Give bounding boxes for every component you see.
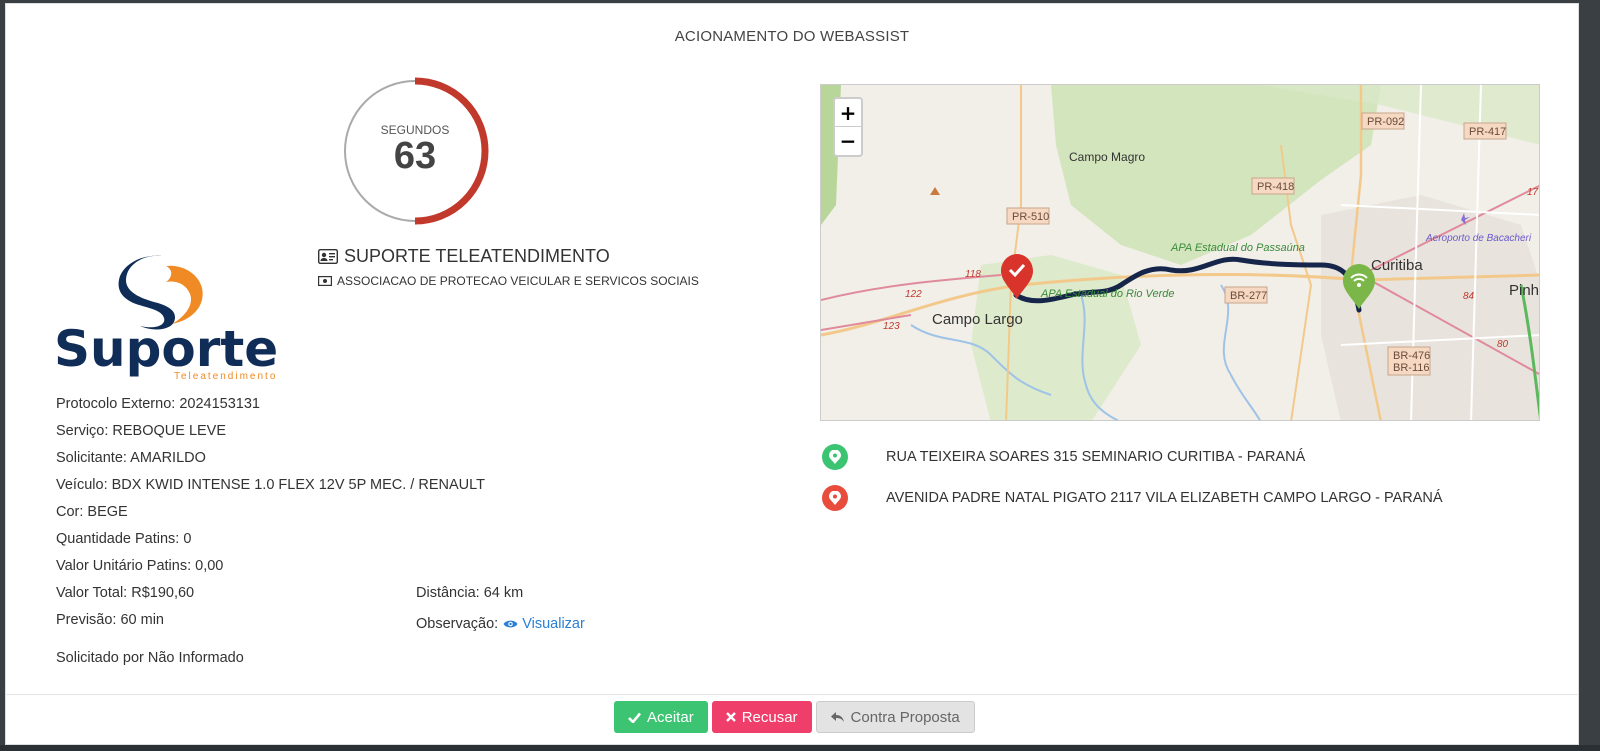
map-label-pr418: PR-418	[1257, 181, 1294, 193]
close-icon	[725, 712, 736, 722]
map-label-84: 84	[1463, 291, 1475, 302]
counter-proposal-button-label: Contra Proposta	[850, 708, 960, 726]
money-icon	[318, 276, 332, 286]
previsao: Previsão: 60 min	[56, 612, 164, 628]
refuse-button-label: Recusar	[741, 708, 798, 726]
solicitado-por: Solicitado por Não Informado	[56, 650, 244, 666]
origin-pin-icon	[822, 444, 848, 470]
map-label-br116: BR-116	[1393, 362, 1429, 374]
observacao-label: Observação:	[416, 616, 499, 632]
company-logo: Suporte Teleatendimento	[54, 248, 279, 383]
zoom-in-button[interactable]: +	[835, 99, 861, 127]
map-label-campo-largo: Campo Largo	[932, 311, 1023, 328]
destination-address-row: AVENIDA PADRE NATAL PIGATO 2117 VILA ELI…	[822, 485, 1443, 511]
map-label-aeroporto: Aeroporto de Bacacheri	[1425, 233, 1532, 244]
check-icon	[628, 712, 641, 723]
cor: Cor: BEGE	[56, 504, 128, 520]
countdown-timer: SEGUNDOS 63	[340, 76, 490, 226]
destination-address: AVENIDA PADRE NATAL PIGATO 2117 VILA ELI…	[886, 490, 1443, 506]
distancia: Distância: 64 km	[416, 585, 524, 601]
webassist-modal: ACIONAMENTO DO WEBASSIST SEGUNDOS 63 SUP…	[5, 3, 1579, 745]
zoom-out-button[interactable]: −	[835, 127, 861, 155]
visualizar-link-label: Visualizar	[522, 616, 585, 632]
quantidade-patins: Quantidade Patins: 0	[56, 531, 192, 547]
protocolo-externo: Protocolo Externo: 2024153131	[56, 396, 260, 412]
modal-footer: Aceitar Recusar Contra Proposta	[6, 694, 1578, 746]
eye-icon	[503, 619, 518, 629]
logo-tagline: Teleatendimento	[174, 371, 277, 382]
company-block: SUPORTE TELEATENDIMENTO ASSOCIACAO DE PR…	[318, 246, 699, 288]
map-label-pinh: Pinh	[1509, 282, 1539, 299]
accept-button-label: Aceitar	[647, 708, 694, 726]
visualizar-link[interactable]: Visualizar	[503, 616, 585, 632]
company-subtitle-row: ASSOCIACAO DE PROTECAO VEICULAR E SERVIC…	[318, 274, 699, 288]
id-card-icon	[318, 249, 338, 264]
valor-total: Valor Total: R$190,60	[56, 585, 195, 601]
timer-value: 63	[393, 135, 437, 177]
map-label-campo-magro: Campo Magro	[1069, 150, 1145, 164]
map-label-br476: BR-476	[1393, 350, 1430, 362]
refuse-button[interactable]: Recusar	[711, 701, 812, 733]
map-label-123: 123	[883, 321, 900, 332]
destination-pin-icon	[822, 485, 848, 511]
action-buttons: Aceitar Recusar Contra Proposta	[614, 701, 975, 733]
map-label-122: 122	[905, 289, 922, 300]
map-label-curitiba: Curitiba	[1371, 257, 1423, 274]
accept-button[interactable]: Aceitar	[614, 701, 708, 733]
origin-address-row: RUA TEIXEIRA SOARES 315 SEMINARIO CURITI…	[822, 444, 1305, 470]
map-label-pr092: PR-092	[1367, 116, 1404, 128]
company-subtitle: ASSOCIACAO DE PROTECAO VEICULAR E SERVIC…	[337, 274, 699, 288]
valor-unitario-patins: Valor Unitário Patins: 0,00	[56, 558, 224, 574]
map-label-pr510: PR-510	[1012, 211, 1049, 223]
map-label-apa-passauna: APA Estadual do Passaúna	[1170, 242, 1305, 254]
origin-address: RUA TEIXEIRA SOARES 315 SEMINARIO CURITI…	[886, 449, 1306, 465]
map-zoom-control: + −	[833, 97, 863, 157]
map-label-pr417: PR-417	[1469, 126, 1506, 138]
taskbar	[0, 745, 1600, 751]
map-label-br277: BR-277	[1230, 290, 1267, 302]
company-name: SUPORTE TELEATENDIMENTO	[344, 246, 610, 266]
solicitante: Solicitante: AMARILDO	[56, 450, 206, 466]
logo-wordmark: Suporte	[54, 320, 278, 378]
counter-proposal-button[interactable]: Contra Proposta	[815, 701, 975, 733]
map-label-17: 17	[1527, 187, 1539, 198]
servico: Serviço: REBOQUE LEVE	[56, 423, 227, 439]
map-label-118: 118	[965, 269, 981, 280]
map-canvas[interactable]: PR-092 PR-417 PR-418 PR-510 BR-277 BR-47…	[821, 85, 1540, 421]
modal-title: ACIONAMENTO DO WEBASSIST	[674, 28, 910, 45]
route-map[interactable]: PR-092 PR-417 PR-418 PR-510 BR-277 BR-47…	[820, 84, 1540, 421]
reply-icon	[830, 711, 845, 723]
map-label-80: 80	[1497, 339, 1509, 350]
veiculo: Veículo: BDX KWID INTENSE 1.0 FLEX 12V 5…	[56, 477, 485, 493]
company-name-row: SUPORTE TELEATENDIMENTO	[318, 246, 699, 267]
map-label-apa-rio-verde: APA Estadual do Rio Verde	[1040, 288, 1175, 300]
observacao-row: Observação: Visualizar	[416, 616, 585, 632]
